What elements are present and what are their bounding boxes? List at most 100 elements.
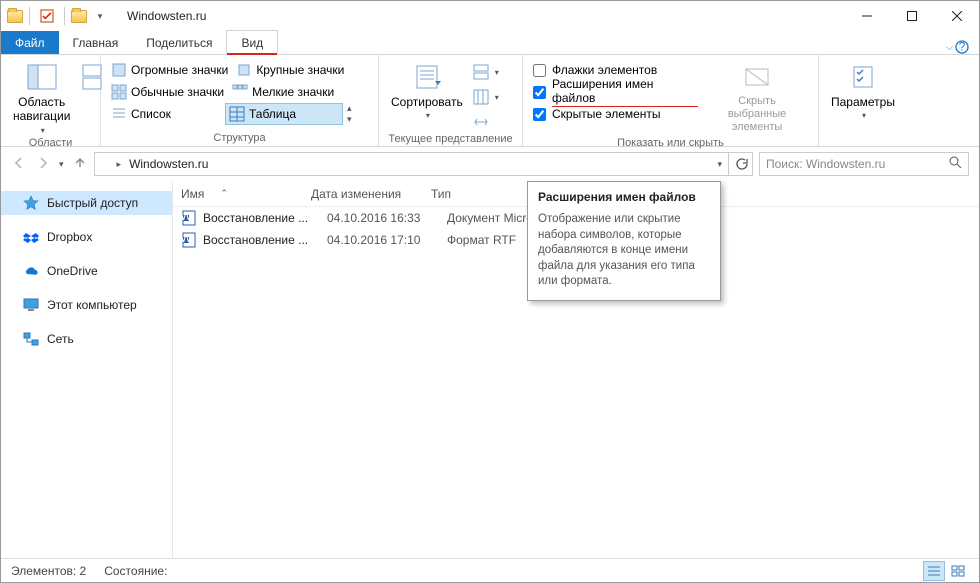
ribbon-collapse-button[interactable]: ⌵? [946,40,979,54]
tooltip-body: Отображение или скрытие набора символов,… [538,212,710,290]
nav-dropbox[interactable]: Dropbox [1,225,172,249]
tooltip-file-extensions: Расширения имен файлов Отображение или с… [527,181,721,301]
address-bar: ▾ ▸ Windowsten.ru ▾ Поиск: Windowsten.ru [1,147,979,181]
search-icon [949,156,962,172]
status-state: Состояние: [104,564,167,578]
layout-medium[interactable]: Обычные значки [107,81,228,103]
title-bar: ▾ Windowsten.ru [1,1,979,31]
sort-button[interactable]: Сортировать ▾ [385,59,469,123]
chevron-down-icon: ▾ [426,111,430,121]
hide-selected-button: Скрыть выбранные элементы [702,59,812,137]
forward-button[interactable] [35,155,51,174]
tab-view[interactable]: Вид [226,30,278,55]
nav-network[interactable]: Сеть [1,327,172,351]
file-name: Восстановление ... [203,233,327,247]
refresh-button[interactable] [729,152,753,176]
separator [64,7,65,25]
options-button[interactable]: Параметры ▾ [825,59,901,123]
qat-newfolder-icon[interactable] [71,10,87,23]
column-date[interactable]: Дата изменения [311,187,431,201]
group-current-view-label: Текущее представление [379,133,522,147]
qat-properties-button[interactable] [36,5,58,27]
view-thumbnails-button[interactable] [947,561,969,581]
view-details-button[interactable] [923,561,945,581]
checkbox-input[interactable] [533,64,546,77]
group-by-button[interactable]: ▾ [469,61,503,83]
word-doc-icon: W [181,210,197,226]
checkbox-input[interactable] [533,108,546,121]
add-columns-button[interactable]: ▾ [469,86,503,108]
nav-onedrive[interactable]: OneDrive [1,259,172,283]
dropbox-icon [23,229,39,245]
status-item-count: Элементов: 2 [11,564,86,578]
sort-label: Сортировать [391,95,463,109]
svg-text:?: ? [959,40,966,54]
history-dropdown[interactable]: ▾ [59,159,64,170]
layout-large[interactable]: Крупные значки [232,59,348,81]
options-icon [847,61,879,93]
checkbox-file-extensions[interactable]: Расширения имен файлов [529,81,702,103]
minimize-button[interactable] [844,2,889,31]
ribbon: Область навигации ▾ Области Огромные зна… [1,55,979,147]
navigation-pane-label: Область навигации [13,95,70,124]
breadcrumb-segment[interactable]: Windowsten.ru [125,157,212,171]
search-box[interactable]: Поиск: Windowsten.ru [759,152,969,176]
group-show-hide: Флажки элементов Расширения имен файлов … [523,55,819,146]
breadcrumb-chevron-icon[interactable]: ▸ [117,159,122,170]
view-toggle [923,561,969,581]
up-button[interactable] [72,155,88,174]
qat-customize-button[interactable]: ▾ [89,5,111,27]
network-icon [23,331,39,347]
checkbox-input[interactable] [533,86,546,99]
chevron-down-icon: ▾ [862,111,866,121]
search-placeholder: Поиск: Windowsten.ru [766,157,885,171]
app-folder-icon [7,10,23,23]
svg-text:W: W [182,210,192,223]
status-bar: Элементов: 2 Состояние: [1,558,979,582]
group-current-view: Сортировать ▾ ▾ ▾ Текущее представление [379,55,523,146]
layout-small[interactable]: Мелкие значки [228,81,338,103]
nav-this-pc[interactable]: Этот компьютер [1,293,172,317]
address-path[interactable]: ▸ Windowsten.ru ▾ [94,152,729,176]
tooltip-title: Расширения имен файлов [538,190,710,204]
size-columns-button[interactable] [469,111,503,133]
navigation-pane-button[interactable]: Область навигации ▾ [7,59,76,137]
column-name[interactable]: Имя⌃ [181,187,311,201]
sort-icon [411,61,443,93]
group-layout: Огромные значки Крупные значки Обычные з… [101,55,379,146]
nav-quick-access[interactable]: Быстрый доступ [1,191,172,215]
word-doc-icon: W [181,232,197,248]
tab-file[interactable]: Файл [1,31,59,54]
navigation-pane: Быстрый доступ Dropbox OneDrive Этот ком… [1,181,173,558]
back-button[interactable] [11,155,27,174]
layout-table[interactable]: Таблица [225,103,343,125]
file-list-pane: Имя⌃ Дата изменения Тип WВосстановление … [173,181,979,558]
folder-icon [99,159,113,170]
maximize-button[interactable] [889,2,934,31]
nav-buttons: ▾ [11,155,88,174]
tab-view-label: Вид [241,36,263,50]
address-dropdown[interactable]: ▾ [717,159,726,170]
help-icon[interactable]: ? [955,40,969,54]
layout-list[interactable]: Список [107,103,225,125]
layout-scroll-down[interactable]: ▾ [347,114,352,125]
navigation-pane-icon [26,61,58,93]
active-tab-underline [227,53,277,55]
layout-huge[interactable]: Огромные значки [107,59,232,81]
star-icon [23,195,39,211]
tab-home[interactable]: Главная [59,31,133,54]
ribbon-tabs: Файл Главная Поделиться Вид ⌵? [1,31,979,55]
chevron-down-icon: ▾ [41,126,45,136]
onedrive-icon [23,263,39,279]
separator [29,7,30,25]
tab-share[interactable]: Поделиться [132,31,226,54]
window-title: Windowsten.ru [127,9,206,23]
file-name: Восстановление ... [203,211,327,225]
computer-icon [23,297,39,313]
checkbox-hidden-items[interactable]: Скрытые элементы [529,103,702,125]
main-area: Быстрый доступ Dropbox OneDrive Этот ком… [1,181,979,558]
layout-scroll-up[interactable]: ▴ [347,103,352,114]
close-button[interactable] [934,2,979,31]
hide-selected-icon [741,61,773,93]
window-controls [844,2,979,31]
